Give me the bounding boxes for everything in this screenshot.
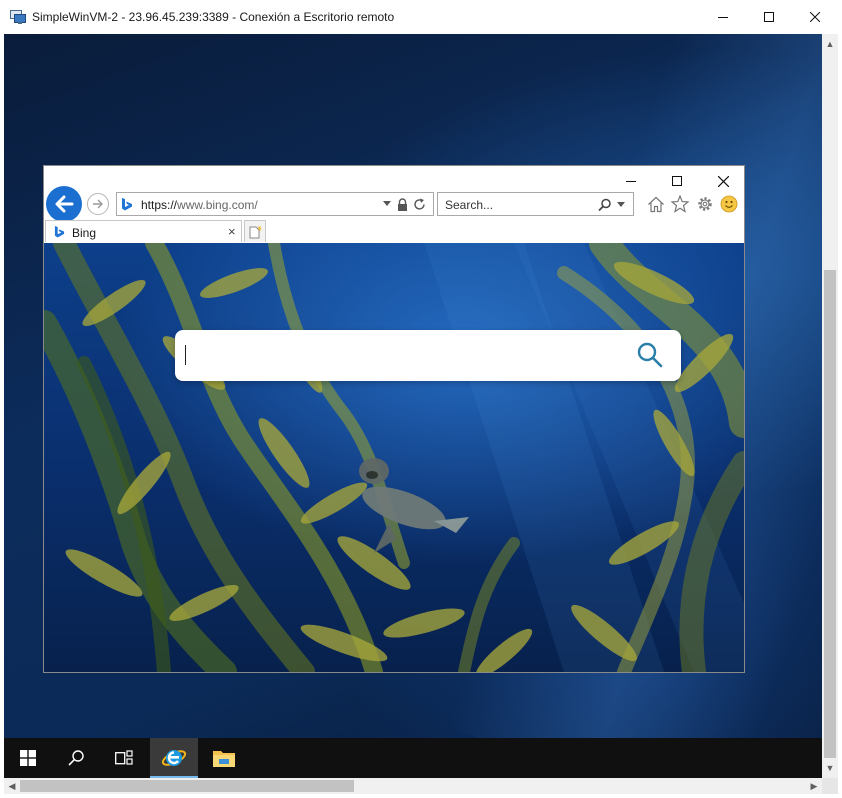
search-icon[interactable] [637,342,663,368]
scroll-down-icon[interactable]: ▼ [822,760,838,776]
address-bar[interactable]: https://www.bing.com/ [116,192,434,216]
close-icon [717,175,729,187]
search-box[interactable]: Search... [437,192,634,216]
bing-favicon-icon [122,198,132,211]
rdp-minimize-button[interactable] [700,0,746,34]
search-icon [68,750,84,766]
lock-icon[interactable] [397,198,408,211]
ie-close-button[interactable] [700,166,744,196]
start-windows-icon [20,750,36,766]
tab-label: Bing [72,226,97,240]
remote-desktop: https://www.bing.com/ Search... Bing × [4,34,822,778]
chevron-down-icon[interactable] [383,201,391,207]
minimize-icon [626,181,636,182]
start-button[interactable] [4,738,52,778]
bing-page [44,243,744,672]
back-button[interactable] [46,186,82,222]
vertical-scrollbar[interactable]: ▲ ▼ [822,34,838,778]
tab-strip: Bing × [44,220,744,242]
maximize-icon [672,176,682,186]
minimize-icon [718,17,728,18]
horizontal-scrollbar[interactable]: ◀ ▶ [4,778,822,794]
close-icon [810,12,820,22]
file-explorer-icon [213,751,235,767]
kelp-forest-sea-lion-image [44,243,744,672]
text-caret [185,345,186,365]
horizontal-scroll-thumb[interactable] [20,780,354,792]
search-placeholder: Search... [445,198,494,212]
scroll-left-icon[interactable]: ◀ [4,778,20,794]
favorites-star-icon [671,195,689,213]
settings-button[interactable] [696,195,714,213]
scroll-up-icon[interactable]: ▲ [822,36,838,52]
tab-close-icon[interactable]: × [228,224,236,239]
bing-favicon-icon [54,226,65,238]
window-edge [838,34,842,798]
taskbar-search-button[interactable] [52,738,100,778]
address-url: https://www.bing.com/ [141,198,258,212]
new-tab-button[interactable] [244,220,266,242]
task-view-icon [115,750,133,765]
home-icon [648,196,664,212]
bing-search-box[interactable] [175,330,681,381]
vertical-scroll-thumb[interactable] [824,270,836,758]
rdp-close-button[interactable] [792,0,838,34]
home-button[interactable] [647,195,665,213]
rdp-maximize-button[interactable] [746,0,792,34]
search-icon[interactable] [598,198,612,212]
taskbar-file-explorer[interactable] [200,738,248,778]
favorites-button[interactable] [671,195,689,213]
refresh-icon[interactable] [413,198,426,211]
ie-window: https://www.bing.com/ Search... Bing × [43,165,745,673]
tab-bing[interactable]: Bing × [45,220,242,242]
new-tab-icon [249,224,262,238]
taskbar [4,738,822,778]
maximize-icon [764,12,774,22]
remote-desktop-icon [10,10,26,24]
scrollbar-corner [822,778,838,794]
rdp-titlebar: SimpleWinVM-2 - 23.96.45.239:3389 - Cone… [0,0,842,34]
chevron-down-icon[interactable] [617,202,625,207]
forward-button[interactable] [87,193,109,215]
forward-arrow-icon [93,199,103,209]
window-title: SimpleWinVM-2 - 23.96.45.239:3389 - Cone… [32,10,395,24]
feedback-button[interactable] [720,195,738,213]
taskbar-internet-explorer[interactable] [150,738,198,778]
ie-maximize-button[interactable] [654,166,700,196]
feedback-smiley-icon [720,195,738,213]
task-view-button[interactable] [100,738,148,778]
settings-gear-icon [698,197,712,211]
internet-explorer-icon [161,750,187,766]
back-arrow-icon [55,195,74,213]
scroll-right-icon[interactable]: ▶ [806,778,822,794]
